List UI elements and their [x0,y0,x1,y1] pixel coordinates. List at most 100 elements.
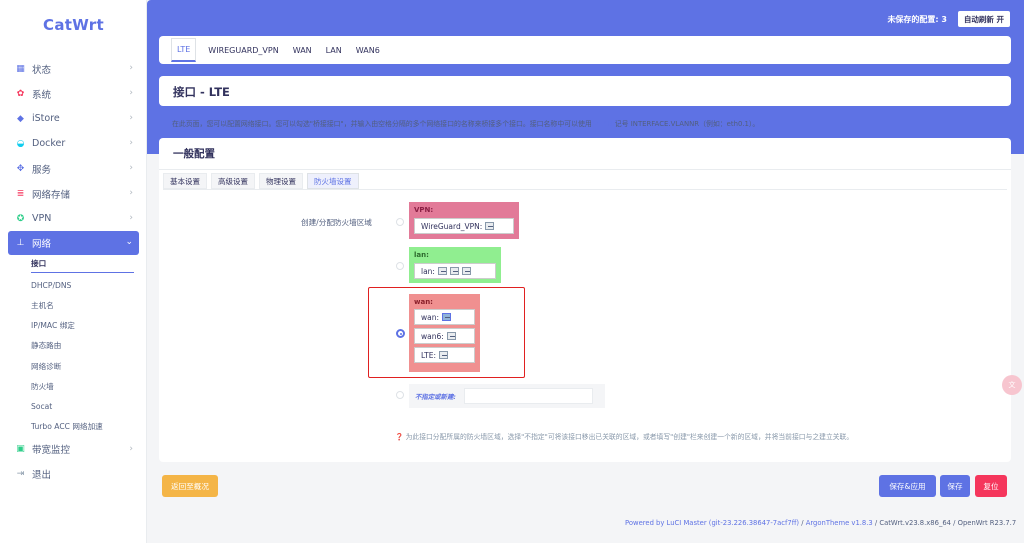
vlan-link[interactable]: VLAN [594,120,613,128]
zone-option-vpn[interactable]: VPN: WireGuard_VPN: [409,202,519,239]
gear-icon: ✿ [16,88,25,99]
sidebar: CatWrt ▦ 状态 › ✿ 系统 › ◆ iStore › ◒ Docker… [0,0,147,543]
section-title: 一般配置 [173,148,215,160]
interface-tabs: LTE WIREGUARD_VPN WAN LAN WAN6 [159,36,1011,64]
save-apply-button[interactable]: 保存&应用 [879,475,936,497]
chevron-right-icon: › [129,113,133,123]
sidebar-item-nas[interactable]: ≣ 网络存储 › [8,181,139,206]
sidebar-item-logout[interactable]: ⇥ 退出 [8,462,139,487]
zone-radio-wan[interactable] [396,329,405,338]
submenu-item-ip-mac-binding[interactable]: IP/MAC 绑定 [31,316,139,336]
sidebar-item-system[interactable]: ✿ 系统 › [8,81,139,106]
reset-button[interactable]: 复位 [975,475,1007,497]
sidebar-item-docker[interactable]: ◒ Docker › [8,131,139,156]
sidebar-item-label: 网络存储 [32,189,71,201]
unsaved-changes-link[interactable]: 未保存的配置: 3 [887,14,947,25]
chevron-right-icon: › [129,88,133,98]
tab-wan[interactable]: WAN [293,46,312,55]
submenu-item-socat[interactable]: Socat [31,396,139,416]
auto-refresh-button[interactable]: 自动刷新 开 [957,11,1010,27]
zone-radio-lan[interactable] [396,262,404,270]
tab-lte[interactable]: LTE [171,38,197,62]
vpn-icon: ✪ [16,213,25,224]
chevron-right-icon: › [129,63,133,73]
submenu-item-hostnames[interactable]: 主机名 [31,295,139,315]
subtab-basic[interactable]: 基本设置 [163,173,207,189]
sidebar-item-istore[interactable]: ◆ iStore › [8,106,139,131]
zone-name: wan: [414,298,433,306]
new-zone-input[interactable] [463,388,593,404]
config-subtabs: 基本设置 高级设置 物理设置 防火墙设置 [163,173,363,189]
storage-icon: ≣ [16,188,25,199]
tab-wan6[interactable]: WAN6 [356,46,380,55]
translate-icon[interactable]: 文 [1002,375,1022,395]
page-title: 接口 - LTE [159,76,1011,106]
divider [159,169,1011,170]
footer-separator: / [799,519,806,527]
app-logo[interactable]: CatWrt [0,16,147,34]
back-to-overview-button[interactable]: 返回至概况 [162,475,218,497]
sidebar-item-vpn[interactable]: ✪ VPN › [8,206,139,231]
zone-network-badge: LTE: [414,347,475,363]
save-button[interactable]: 保存 [940,475,970,497]
docker-icon: ◒ [16,138,25,149]
interface-icon [437,267,447,275]
luci-link[interactable]: Powered by LuCI Master (git-23.226.38647… [625,519,799,527]
chevron-right-icon: › [129,188,133,198]
zone-name: VPN: [414,206,434,214]
submenu-item-static-routes[interactable]: 静态路由 [31,336,139,356]
network-name: WireGuard_VPN: [421,221,483,231]
zone-network-badge: lan: [414,263,496,279]
chevron-down-icon: ⌄ [125,237,133,247]
sidebar-item-label: 网络 [32,239,52,250]
submenu-item-interfaces[interactable]: 接口 [31,255,139,275]
sidebar-item-label: 服务 [32,164,52,176]
general-config-card: 一般配置 基本设置 高级设置 物理设置 防火墙设置 创建/分配防火墙区域 VPN… [159,138,1011,462]
subtab-advanced[interactable]: 高级设置 [211,173,255,189]
submenu-item-dhcp-dns[interactable]: DHCP/DNS [31,275,139,295]
description-text: 在此页面，您可以配置网络接口。您可以勾选"桥接接口"，并输入由空格分隔的多个网络… [172,120,592,128]
sidebar-item-label: Docker [32,138,66,149]
sidebar-item-label: VPN [32,213,52,224]
tab-lan[interactable]: LAN [326,46,342,55]
puzzle-icon: ✥ [16,163,25,174]
interface-icon [446,332,456,340]
zone-option-lan[interactable]: lan: lan: [409,247,501,283]
interface-icon [449,267,459,275]
zone-network-badge: WireGuard_VPN: [414,218,514,234]
interface-icon [442,313,452,321]
interface-icon [485,222,495,230]
submenu-item-diagnostics[interactable]: 网络诊断 [31,356,139,376]
subtab-firewall[interactable]: 防火墙设置 [307,173,359,189]
interface-icon [461,267,471,275]
tab-wireguard-vpn[interactable]: WIREGUARD_VPN [208,46,278,55]
cube-icon: ◆ [17,113,24,124]
sidebar-item-label: 系统 [32,89,52,101]
zone-name: lan: [414,251,429,259]
new-zone-label: 不指定或新建: [415,392,456,401]
sidebar-item-network[interactable]: ⊥ 网络 ⌄ [8,231,139,255]
submenu-item-label: 接口 [31,258,134,273]
zone-network-badge: wan6: [414,328,475,344]
zone-radio-vpn[interactable] [396,218,404,226]
subtab-physical[interactable]: 物理设置 [259,173,303,189]
network-name: wan6: [421,331,444,341]
zone-option-wan[interactable]: wan: wan: wan6: LTE: [409,294,480,372]
sidebar-item-label: 状态 [32,64,52,76]
submenu-item-firewall[interactable]: 防火墙 [31,376,139,396]
chevron-right-icon: › [129,443,133,454]
chevron-right-icon: › [129,163,133,173]
submenu-item-turbo-acc[interactable]: Turbo ACC 网络加速 [31,417,139,437]
sidebar-item-bandwidth[interactable]: ▣ 带宽监控 › [8,437,139,462]
logout-icon: ⇥ [16,469,25,480]
sidebar-item-services[interactable]: ✥ 服务 › [8,156,139,181]
network-submenu: 接口 DHCP/DNS 主机名 IP/MAC 绑定 静态路由 网络诊断 防火墙 … [8,255,139,437]
argon-theme-link[interactable]: ArgonTheme v1.8.3 [806,519,873,527]
chevron-right-icon: › [129,138,133,148]
zone-radio-new[interactable] [396,391,404,399]
monitor-icon: ▣ [16,444,25,455]
sidebar-item-status[interactable]: ▦ 状态 › [8,56,139,81]
network-name: wan: [421,312,440,322]
interface-icon [439,351,448,359]
firewall-zone-hint: ❓ 为此接口分配所属的防火墙区域，选择"不指定"可将该接口移出已关联的区域，或者… [395,433,854,441]
